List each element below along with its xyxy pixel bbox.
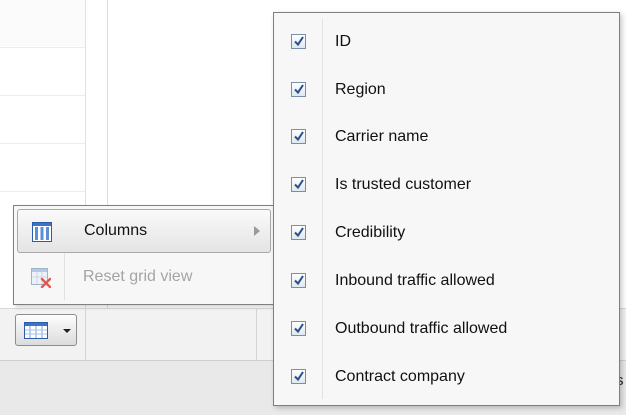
column-toggle-credibility[interactable]: Credibility: [278, 210, 614, 258]
column-toggle-region[interactable]: Region: [278, 67, 614, 115]
column-label: Is trusted customer: [335, 176, 472, 193]
checkmark-icon: [294, 227, 304, 238]
checkmark-icon: [294, 131, 304, 142]
column-checkbox[interactable]: [291, 369, 306, 384]
column-checkbox[interactable]: [291, 34, 306, 49]
checkmark-icon: [294, 275, 304, 286]
grid-menu-icon: [24, 322, 48, 339]
column-checkbox[interactable]: [291, 321, 306, 336]
column-toggle-inbound-traffic-allowed[interactable]: Inbound traffic allowed: [278, 258, 614, 306]
columns-submenu: ID Region Carrier name Is trusted custom…: [273, 12, 620, 406]
column-toggle-carrier-name[interactable]: Carrier name: [278, 114, 614, 162]
checkmark-icon: [294, 371, 304, 382]
column-toggle-contract-company[interactable]: Contract company: [278, 354, 614, 402]
column-checkbox[interactable]: [291, 225, 306, 240]
menu-item-label: Columns: [84, 222, 148, 239]
columns-icon: [32, 222, 52, 242]
column-label: Credibility: [335, 224, 406, 241]
column-checkbox[interactable]: [291, 82, 306, 97]
column-checkbox[interactable]: [291, 177, 306, 192]
column-label: Region: [335, 81, 386, 98]
checkmark-icon: [294, 179, 304, 190]
column-label: ID: [335, 33, 351, 50]
menu-item-label: Reset grid view: [83, 268, 193, 285]
column-label: Contract company: [335, 368, 465, 385]
checkmark-icon: [294, 323, 304, 334]
chevron-down-icon: [63, 329, 71, 333]
column-checkbox[interactable]: [291, 129, 306, 144]
grid-menu-button[interactable]: [15, 314, 77, 346]
column-label: Carrier name: [335, 128, 429, 145]
column-toggle-id[interactable]: ID: [278, 19, 614, 67]
column-toggle-is-trusted-customer[interactable]: Is trusted customer: [278, 162, 614, 210]
column-toggle-outbound-traffic-allowed[interactable]: Outbound traffic allowed: [278, 306, 614, 354]
checkmark-icon: [294, 84, 304, 95]
reset-grid-icon: [31, 268, 51, 288]
column-label: Inbound traffic allowed: [335, 272, 495, 289]
menu-item-columns[interactable]: Columns: [17, 209, 271, 253]
chevron-right-icon: [254, 226, 260, 236]
grid-context-menu: Columns Reset grid view: [13, 205, 275, 305]
application-window: s Columns: [0, 0, 626, 415]
column-checkbox[interactable]: [291, 273, 306, 288]
menu-item-reset-grid-view[interactable]: Reset grid view: [17, 256, 271, 300]
checkmark-icon: [294, 36, 304, 47]
column-label: Outbound traffic allowed: [335, 320, 508, 337]
